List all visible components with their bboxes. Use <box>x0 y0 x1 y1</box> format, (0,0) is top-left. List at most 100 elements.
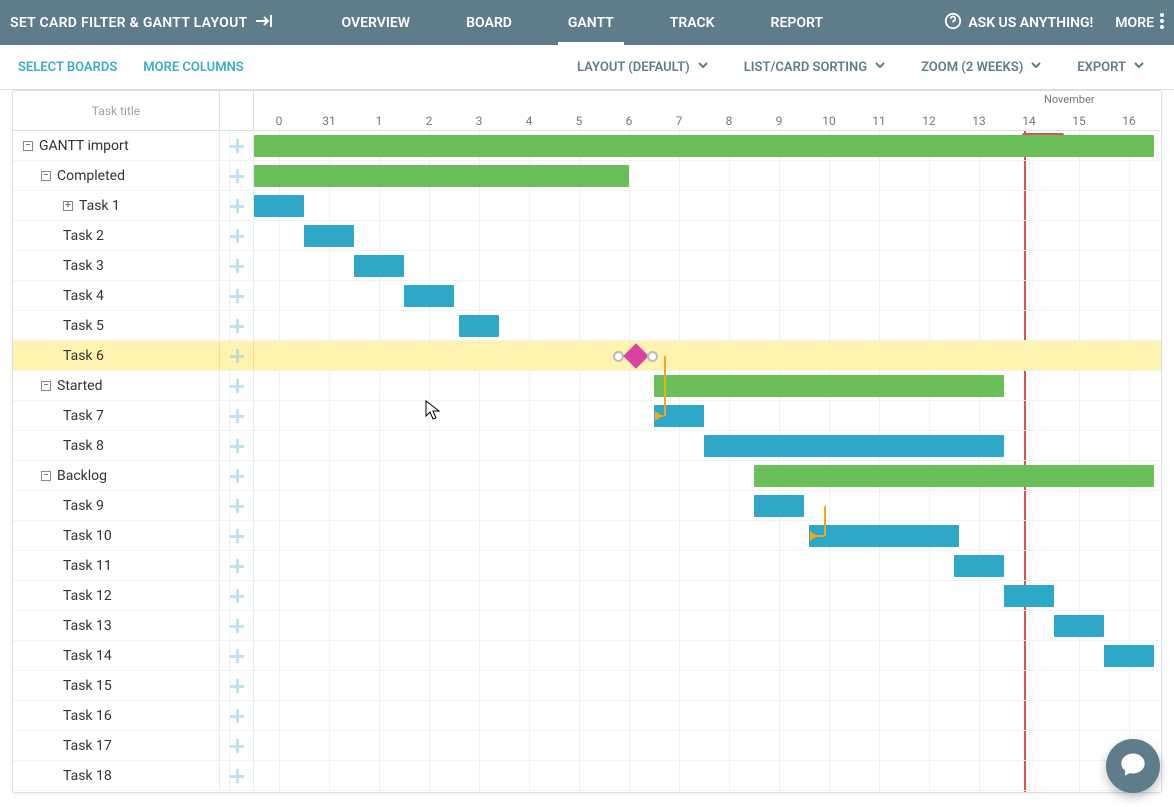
task-label[interactable]: Task 7 <box>13 401 220 430</box>
filter-layout-button[interactable]: SET CARD FILTER & GANTT LAYOUT <box>10 13 274 33</box>
add-task-button[interactable] <box>220 401 254 430</box>
task-label[interactable]: Task 17 <box>13 731 220 760</box>
task-label[interactable]: −Backlog <box>13 461 220 490</box>
layout-default--dropdown[interactable]: LAYOUT (DEFAULT) <box>577 58 710 76</box>
add-task-button[interactable] <box>220 461 254 490</box>
timeline-cell[interactable] <box>254 191 1161 220</box>
add-task-button[interactable] <box>220 671 254 700</box>
timeline-cell[interactable] <box>254 281 1161 310</box>
timeline-cell[interactable] <box>254 221 1161 250</box>
add-task-button[interactable] <box>220 761 254 790</box>
task-label[interactable]: Task 13 <box>13 611 220 640</box>
tab-board[interactable]: BOARD <box>438 0 540 45</box>
add-task-button[interactable] <box>220 371 254 400</box>
task-label[interactable]: −Started <box>13 371 220 400</box>
gantt-bar[interactable] <box>754 495 804 517</box>
add-task-button[interactable] <box>220 521 254 550</box>
timeline-cell[interactable] <box>254 671 1161 700</box>
task-label[interactable]: Task 9 <box>13 491 220 520</box>
add-task-button[interactable] <box>220 281 254 310</box>
task-label[interactable]: Task 12 <box>13 581 220 610</box>
chat-bubble-button[interactable] <box>1106 739 1160 793</box>
task-label[interactable]: Task 11 <box>13 551 220 580</box>
list-card-sorting-dropdown[interactable]: LIST/CARD SORTING <box>744 58 887 76</box>
add-task-button[interactable] <box>220 701 254 730</box>
tab-track[interactable]: TRACK <box>642 0 743 45</box>
milestone-icon[interactable] <box>623 343 648 368</box>
task-label[interactable]: Task 16 <box>13 701 220 730</box>
add-task-button[interactable] <box>220 581 254 610</box>
task-label[interactable]: Task 8 <box>13 431 220 460</box>
add-task-button[interactable] <box>220 611 254 640</box>
task-label[interactable]: Task 14 <box>13 641 220 670</box>
tab-report[interactable]: REPORT <box>743 0 851 45</box>
add-task-button[interactable] <box>220 431 254 460</box>
add-task-button[interactable] <box>220 491 254 520</box>
gantt-bar[interactable] <box>354 255 404 277</box>
tab-overview[interactable]: OVERVIEW <box>314 0 439 45</box>
timeline-cell[interactable] <box>254 581 1161 610</box>
gantt-bar[interactable] <box>254 135 1154 157</box>
timeline-cell[interactable] <box>254 641 1161 670</box>
add-task-button[interactable] <box>220 251 254 280</box>
timeline-cell[interactable] <box>254 251 1161 280</box>
timeline-cell[interactable] <box>254 161 1161 190</box>
task-label[interactable]: −GANTT import <box>13 131 220 160</box>
task-label[interactable]: Task 3 <box>13 251 220 280</box>
gantt-bar[interactable] <box>754 465 1154 487</box>
expander-icon[interactable]: − <box>41 381 51 391</box>
task-label[interactable]: Task 5 <box>13 311 220 340</box>
gantt-bar[interactable] <box>459 315 499 337</box>
task-label[interactable]: Task 4 <box>13 281 220 310</box>
expander-icon[interactable]: + <box>63 201 73 211</box>
add-task-button[interactable] <box>220 551 254 580</box>
expander-icon[interactable]: − <box>23 141 33 151</box>
task-label[interactable]: Task 6 <box>13 341 220 370</box>
gantt-bar[interactable] <box>304 225 354 247</box>
add-task-button[interactable] <box>220 221 254 250</box>
expander-icon[interactable]: − <box>41 171 51 181</box>
timeline-cell[interactable] <box>254 491 1161 520</box>
timeline-cell[interactable] <box>254 521 1161 550</box>
tab-gantt[interactable]: GANTT <box>540 0 642 45</box>
timeline-cell[interactable] <box>254 551 1161 580</box>
gantt-bar[interactable] <box>954 555 1004 577</box>
gantt-bar[interactable] <box>254 195 304 217</box>
zoom-2-weeks--dropdown[interactable]: ZOOM (2 WEEKS) <box>921 58 1043 76</box>
task-label[interactable]: +Task 1 <box>13 191 220 220</box>
gantt-bar[interactable] <box>1104 645 1154 667</box>
more-columns-button[interactable]: MORE COLUMNS <box>143 60 243 75</box>
timeline-cell[interactable] <box>254 341 1161 370</box>
timeline-cell[interactable] <box>254 761 1161 790</box>
task-label[interactable]: Task 15 <box>13 671 220 700</box>
timeline-cell[interactable] <box>254 401 1161 430</box>
task-label[interactable]: Task 2 <box>13 221 220 250</box>
gantt-bar[interactable] <box>654 375 1004 397</box>
add-task-button[interactable] <box>220 641 254 670</box>
timeline-cell[interactable] <box>254 371 1161 400</box>
timeline-cell[interactable] <box>254 731 1161 760</box>
task-label[interactable]: Task 18 <box>13 761 220 790</box>
add-task-button[interactable] <box>220 161 254 190</box>
add-task-button[interactable] <box>220 191 254 220</box>
timeline-cell[interactable] <box>254 611 1161 640</box>
select-boards-button[interactable]: SELECT BOARDS <box>18 60 117 75</box>
expander-icon[interactable]: − <box>41 471 51 481</box>
add-task-button[interactable] <box>220 731 254 760</box>
gantt-bar[interactable] <box>704 435 1004 457</box>
gantt-bar[interactable] <box>254 165 629 187</box>
add-task-button[interactable] <box>220 341 254 370</box>
task-label[interactable]: −Completed <box>13 161 220 190</box>
add-task-button[interactable] <box>220 131 254 160</box>
timeline-cell[interactable] <box>254 131 1161 160</box>
timeline-cell[interactable] <box>254 311 1161 340</box>
milestone-handle-left[interactable] <box>613 351 624 362</box>
gantt-bar[interactable] <box>404 285 454 307</box>
export-dropdown[interactable]: EXPORT <box>1077 58 1146 76</box>
timeline-cell[interactable] <box>254 431 1161 460</box>
gantt-bar[interactable] <box>809 525 959 547</box>
task-label[interactable]: Task 10 <box>13 521 220 550</box>
gantt-bar[interactable] <box>1004 585 1054 607</box>
ask-us-button[interactable]: ASK US ANYTHING! <box>944 12 1093 34</box>
timeline-cell[interactable] <box>254 701 1161 730</box>
